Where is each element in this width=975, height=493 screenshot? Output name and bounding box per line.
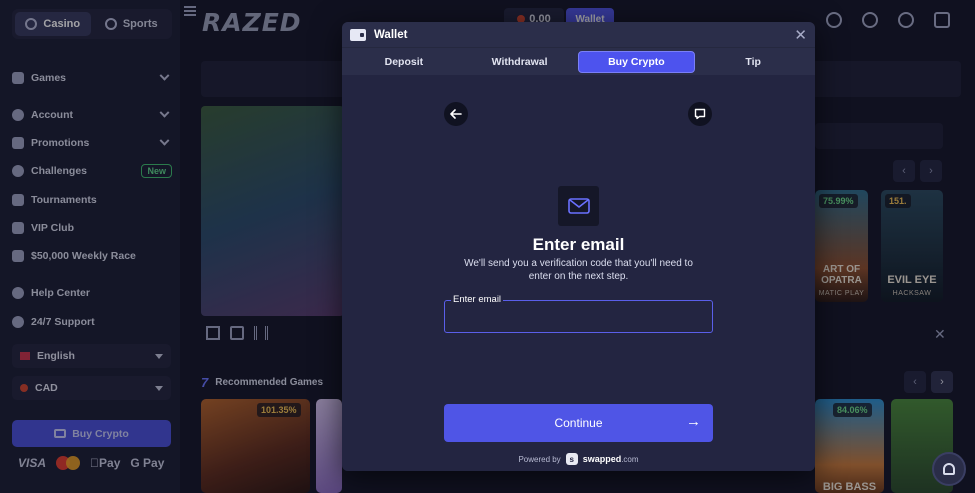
swapped-logo-icon: s — [565, 453, 578, 465]
arrow-right-icon: → — [686, 413, 701, 430]
wallet-tabs: Deposit Withdrawal Buy Crypto Tip — [342, 47, 815, 75]
tab-withdrawal[interactable]: Withdrawal — [462, 51, 578, 73]
tab-tip[interactable]: Tip — [695, 51, 811, 73]
continue-label: Continue — [554, 416, 603, 430]
powered-by-label: Powered by — [518, 454, 561, 464]
support-chat-button[interactable] — [932, 452, 966, 486]
email-input[interactable] — [445, 301, 712, 332]
close-icon[interactable]: ✕ — [794, 26, 807, 44]
provider-name: swapped — [582, 454, 622, 464]
description-text: We'll send you a verification code that … — [464, 258, 693, 282]
chat-bubble-icon[interactable] — [688, 102, 712, 126]
page-title: Enter email — [532, 235, 625, 254]
email-field[interactable]: Enter email — [444, 294, 713, 333]
modal-header: Wallet ✕ — [342, 22, 815, 47]
provider-suffix: .com — [621, 455, 639, 464]
wallet-modal: Wallet ✕ Deposit Withdrawal Buy Crypto T… — [342, 22, 815, 471]
wallet-icon — [350, 28, 366, 41]
headset-icon — [943, 463, 955, 475]
powered-by: Powered by s swapped.com — [342, 453, 815, 465]
continue-button[interactable]: Continue → — [444, 404, 713, 442]
buy-crypto-widget: Enter email We'll send you a verificatio… — [342, 75, 815, 471]
email-icon — [558, 186, 599, 226]
tab-deposit[interactable]: Deposit — [346, 51, 462, 73]
modal-title: Wallet — [374, 28, 408, 41]
tab-buy-crypto[interactable]: Buy Crypto — [577, 50, 696, 73]
back-arrow-icon[interactable] — [444, 102, 468, 126]
